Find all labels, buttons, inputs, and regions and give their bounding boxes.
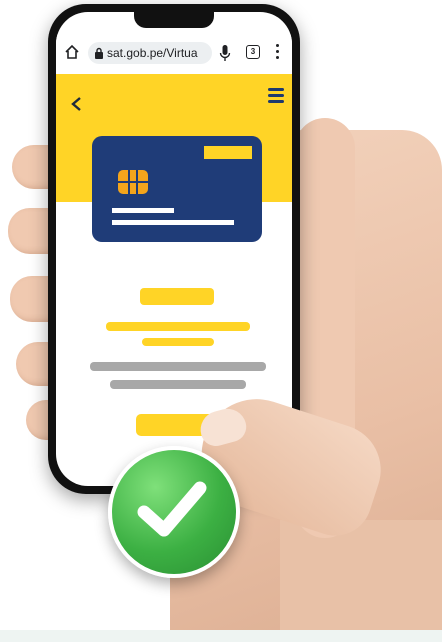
- home-icon[interactable]: [64, 44, 80, 60]
- phone-notch: [134, 12, 214, 28]
- checkmark-icon: [137, 481, 207, 537]
- text-placeholder: [90, 362, 266, 371]
- tabs-icon[interactable]: 3: [246, 45, 260, 59]
- address-bar[interactable]: sat.gob.pe/Virtua: [88, 42, 212, 64]
- back-arrow-icon[interactable]: [70, 96, 84, 112]
- browser-toolbar: sat.gob.pe/Virtua 3: [56, 34, 292, 74]
- text-placeholder-2: [110, 380, 246, 389]
- title-placeholder: [140, 288, 214, 305]
- lock-icon: [95, 47, 103, 59]
- subtitle-placeholder-2: [142, 338, 214, 346]
- card-chip-icon: [118, 170, 148, 194]
- card-label-placeholder: [204, 146, 252, 159]
- success-badge: [108, 446, 240, 578]
- hamburger-menu-icon[interactable]: [268, 88, 284, 104]
- hand-wrist: [280, 520, 442, 642]
- url-text: sat.gob.pe/Virtua: [107, 46, 198, 60]
- bottom-strip: [0, 630, 442, 642]
- subtitle-placeholder: [106, 322, 250, 331]
- more-vert-icon[interactable]: [276, 44, 280, 60]
- card-number-placeholder: [112, 208, 174, 213]
- tab-count: 3: [250, 47, 256, 56]
- mic-icon[interactable]: [219, 44, 231, 62]
- credit-card-illustration: [92, 136, 262, 242]
- card-name-placeholder: [112, 220, 234, 225]
